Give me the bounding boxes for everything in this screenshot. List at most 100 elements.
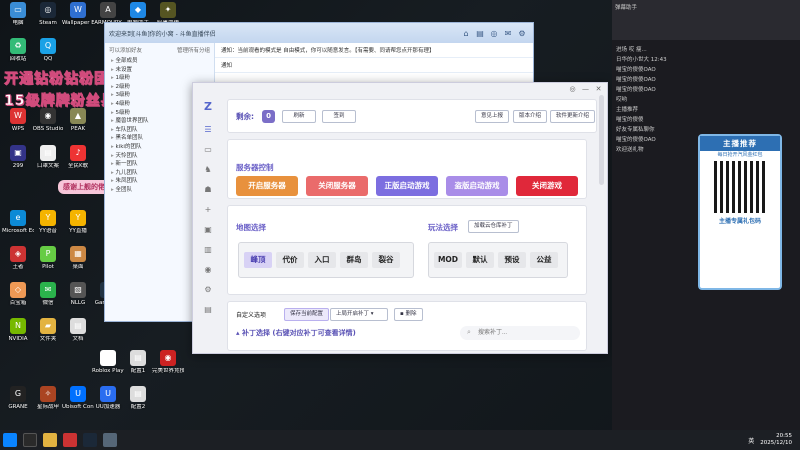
- game-launcher-dialog[interactable]: ◎ — ✕ Z ☰ ▭ ♞ ☗ + ▣ ▥ ◉ ⚙ ▤ 剩余: 0 刷新 签到 …: [192, 82, 608, 354]
- map-option[interactable]: 代价: [276, 252, 304, 268]
- map-option[interactable]: 入口: [308, 252, 336, 268]
- desktop-icon[interactable]: ▲ PEAK: [62, 108, 94, 132]
- map-option[interactable]: 群岛: [340, 252, 368, 268]
- app2-icon[interactable]: [103, 433, 117, 447]
- list-icon[interactable]: ☰: [193, 121, 223, 137]
- group-item[interactable]: 全部成员: [105, 57, 214, 66]
- server-button[interactable]: 开启服务器: [236, 176, 298, 196]
- patch-title: ▴ 补丁选择 (右键对应补丁可查看详情): [236, 328, 356, 338]
- clock-time: 20:55: [776, 433, 792, 439]
- start-icon[interactable]: [3, 433, 17, 447]
- app-icon: Y: [40, 210, 56, 226]
- desktop-icon[interactable]: Y YY直播: [62, 210, 94, 234]
- desktop-icon[interactable]: ◇ 百宝箱: [2, 282, 34, 306]
- desktop-icon[interactable]: ◉ 完美世界竞技平台: [152, 350, 184, 374]
- desktop-icon-label: Pilot: [42, 264, 54, 270]
- desktop-icon[interactable]: ▤ 配置2: [122, 386, 154, 410]
- scrollbar[interactable]: [599, 95, 604, 185]
- server-button[interactable]: 盗版启动游戏: [446, 176, 508, 196]
- folder-icon[interactable]: [43, 433, 57, 447]
- book-icon[interactable]: ▤: [473, 29, 487, 38]
- server-button[interactable]: 关闭服务器: [306, 176, 368, 196]
- desktop-icon[interactable]: N NVIDIA: [2, 318, 34, 342]
- map-option[interactable]: 裂谷: [372, 252, 400, 268]
- desktop-icon[interactable]: ✉ 微信: [32, 282, 64, 306]
- patch-select[interactable]: 上局开启补丁 ▾: [330, 308, 388, 321]
- desktop-icon[interactable]: ▭ 电脑: [2, 2, 34, 26]
- desktop-icon[interactable]: ◉ OBS Studio: [32, 108, 64, 132]
- person-icon[interactable]: ☗: [193, 181, 223, 197]
- doc-icon[interactable]: ▤: [193, 301, 223, 317]
- desktop-icon[interactable]: W WPS: [2, 108, 34, 132]
- desktop-icon[interactable]: ▣ 299: [2, 145, 34, 169]
- desktop-icon[interactable]: Y YY语音: [32, 210, 64, 234]
- close-icon[interactable]: ✕: [594, 85, 603, 94]
- chat-message: 哎哟: [616, 97, 628, 103]
- clipboard-icon[interactable]: ▥: [193, 241, 223, 257]
- pin-icon[interactable]: ◎: [568, 85, 577, 94]
- controller-icon[interactable]: ▭: [193, 141, 223, 157]
- patch-search-input[interactable]: [460, 326, 580, 340]
- refresh-button[interactable]: 刷新: [282, 110, 316, 123]
- desktop-icon[interactable]: ▤ 文档: [62, 318, 94, 342]
- update-button[interactable]: 软件更新介绍: [550, 110, 596, 123]
- app-icon: ▲: [70, 108, 86, 124]
- delete-button[interactable]: ▪ 删除: [394, 308, 423, 321]
- server-button[interactable]: 正版启动游戏: [376, 176, 438, 196]
- horse-icon[interactable]: ♞: [193, 161, 223, 177]
- chat-titlebar[interactable]: 欢迎来到[斗鱼]你的小窝 - 斗鱼直播伴侣 ⌂ ▤ ◎ ✉ ⚙: [105, 23, 533, 43]
- desktop-icon[interactable]: ▧ NLLG: [62, 282, 94, 306]
- mode-option[interactable]: 预设: [498, 252, 526, 268]
- ime-indicator[interactable]: 英: [748, 436, 760, 445]
- desktop-icon[interactable]: P Pilot: [32, 246, 64, 270]
- overlay-line2: 15级牌牌粉丝县: [4, 93, 116, 110]
- chat-message: 喵宝的傻傻OAO: [616, 77, 656, 83]
- desktop-icon[interactable]: e Microsoft Edge: [2, 210, 34, 234]
- sign-in-button[interactable]: 签到: [322, 110, 356, 123]
- gear-icon[interactable]: ⚙: [193, 281, 223, 297]
- window-icon[interactable]: ▣: [193, 221, 223, 237]
- desktop-icon[interactable]: ▤ 口罩文案: [32, 145, 64, 169]
- manage-groups-link[interactable]: 管理所有分组: [177, 46, 210, 54]
- desktop-icon[interactable]: Q QQ: [32, 38, 64, 62]
- feedback-button[interactable]: 意见上报: [475, 110, 510, 123]
- group-item[interactable]: 未设置: [105, 66, 214, 75]
- app-icon: ◪: [100, 350, 116, 366]
- desktop-icon[interactable]: ▤ 配置1: [122, 350, 154, 374]
- game-icon[interactable]: ◎: [487, 29, 501, 38]
- desktop-icon[interactable]: ◈ 王者: [2, 246, 34, 270]
- custom-label: 自定义选项: [236, 312, 267, 319]
- steam-icon[interactable]: ◉: [193, 261, 223, 277]
- desktop-icon[interactable]: ◎ Steam: [32, 2, 64, 26]
- search-taskbar-icon[interactable]: [23, 433, 37, 447]
- mode-option[interactable]: 公益: [530, 252, 558, 268]
- server-button[interactable]: 关闭游戏: [516, 176, 578, 196]
- steam-taskbar-icon[interactable]: [83, 433, 97, 447]
- home-icon[interactable]: ⌂: [459, 29, 473, 38]
- desktop-icon[interactable]: ✧ 星际战甲: [32, 386, 64, 410]
- desktop-icon[interactable]: U Ubisoft Connect: [62, 386, 94, 410]
- add-friend-link[interactable]: 可以添加好友: [109, 46, 142, 54]
- desktop-icon[interactable]: ▦ 桌面: [62, 246, 94, 270]
- mail-icon[interactable]: ✉: [501, 29, 515, 38]
- app-icon[interactable]: [63, 433, 77, 447]
- server-title: 服务器控制: [236, 163, 274, 172]
- clock[interactable]: 20:55 2025/12/10: [760, 433, 800, 447]
- mode-option[interactable]: 默认: [466, 252, 494, 268]
- desktop-icon[interactable]: ◪ Roblox Player: [92, 350, 124, 374]
- settings-icon[interactable]: ⚙: [515, 29, 529, 38]
- load-cloud-patch-button[interactable]: 加载云仓库补丁: [468, 220, 519, 233]
- desktop-icon[interactable]: G GRANE: [2, 386, 34, 410]
- desktop-icon[interactable]: W Wallpaper Engine: [62, 2, 94, 26]
- patch-select-value: 上局开启补丁: [336, 311, 370, 317]
- version-button[interactable]: 版本介绍: [513, 110, 548, 123]
- minimize-icon[interactable]: —: [581, 85, 590, 94]
- desktop-icon[interactable]: U UU加速器: [92, 386, 124, 410]
- plus-icon[interactable]: +: [193, 201, 223, 217]
- mode-option[interactable]: MOD: [434, 252, 462, 268]
- desktop-icon[interactable]: ▰ 文件夹: [32, 318, 64, 342]
- desktop-icon[interactable]: ♻ 回收站: [2, 38, 34, 62]
- map-option[interactable]: 峰顶: [244, 252, 272, 268]
- save-config-button[interactable]: 保存当前配置: [284, 308, 330, 321]
- desktop-icon[interactable]: ♪ 全民K歌: [62, 145, 94, 169]
